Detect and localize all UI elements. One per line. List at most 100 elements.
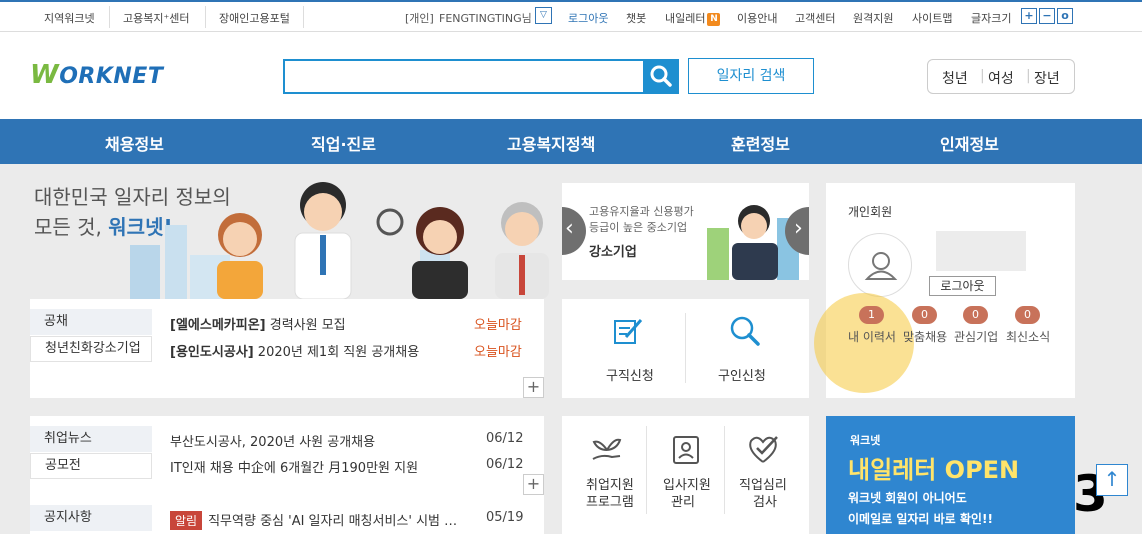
latest-news-link[interactable]: 최신소식 xyxy=(1006,328,1050,345)
notice-row[interactable]: 알림 직무역량 중심 'AI 일자리 매칭서비스' 시범 … xyxy=(170,510,457,530)
sitemap-link[interactable]: 사이트맵 xyxy=(912,10,952,26)
banner-line2: 등급이 높은 중소기업 xyxy=(589,221,688,234)
target-women-link[interactable]: 여성 xyxy=(988,68,1014,88)
nav-recruit[interactable]: 채용정보 xyxy=(105,131,164,155)
search-button[interactable] xyxy=(643,59,679,94)
guide-link[interactable]: 이용안내 xyxy=(737,10,777,26)
target-senior-link[interactable]: 장년 xyxy=(1034,68,1060,88)
apply-job-button[interactable]: 구직신청 xyxy=(562,299,685,398)
banner-line1: 고용유지율과 신용평가 xyxy=(589,205,694,218)
logo-w: W xyxy=(30,60,60,90)
recruit-row-2-title: 2020년 제1회 직원 공개채용 xyxy=(257,345,420,360)
promo-headline: 내일레터 OPEN xyxy=(848,456,1020,484)
program-application-manage[interactable]: 입사지원 관리 xyxy=(647,416,724,524)
my-resume-link[interactable]: 내 이력서 xyxy=(848,328,896,345)
job-search-button[interactable]: 일자리 검색 xyxy=(688,58,814,94)
interest-company-link[interactable]: 관심기업 xyxy=(954,328,998,345)
apply-hire-button[interactable]: 구인신청 xyxy=(686,299,809,398)
promo-brand: 워크넷 xyxy=(850,434,881,447)
main-nav: 채용정보 직업·진로 고용복지정책 훈련정보 인재정보 xyxy=(0,119,1142,164)
user-menu-dropdown-icon[interactable]: ▽ xyxy=(535,7,552,24)
link-local-worknet[interactable]: 지역워크넷 xyxy=(44,10,95,26)
program-3-line2: 검사 xyxy=(753,495,777,510)
newsletter-promo-banner[interactable]: 워크넷 내일레터 OPEN 워크넷 회원이 아니어도 이메일로 일자리 바로 확… xyxy=(826,416,1075,534)
program-employment-support[interactable]: 취업지원 프로그램 xyxy=(562,416,646,524)
blurred-user-name xyxy=(936,231,1026,271)
link-welfare-center[interactable]: 고용복지⁺센터 xyxy=(123,10,190,26)
recruit-panel: 공채 청년친화강소기업 [엘에스메카피온] 경력사원 모집 오늘마감 [용인도시… xyxy=(30,299,544,398)
tab-youth-company[interactable]: 청년친화강소기업 xyxy=(30,336,152,362)
notice-title: 직무역량 중심 'AI 일자리 매칭서비스' 시범 … xyxy=(208,514,458,529)
promo-line2: 이메일로 일자리 바로 확인!! xyxy=(848,512,993,526)
program-psych-test[interactable]: 직업심리 검사 xyxy=(725,416,809,524)
support-link[interactable]: 고객센터 xyxy=(795,10,835,26)
magnifier-icon xyxy=(730,316,760,346)
promo-line1: 워크넷 회원이 아니어도 xyxy=(848,491,967,505)
news-panel: 취업뉴스 공모전 부산도시공사, 2020년 사원 공개채용 06/12 IT인… xyxy=(30,416,544,534)
nav-career[interactable]: 직업·진로 xyxy=(311,131,376,155)
avatar xyxy=(848,233,912,297)
banner-line3: 강소기업 xyxy=(589,245,637,260)
logout-link[interactable]: 로그아웃 xyxy=(568,10,608,26)
font-decrease-button[interactable]: − xyxy=(1039,8,1055,24)
hero-people-illustration xyxy=(130,182,549,299)
program-1-line2: 프로그램 xyxy=(586,495,634,510)
news-row-2-title[interactable]: IT인재 채용 中企에 6개월간 月190만원 지원 xyxy=(170,457,418,476)
user-type: [개인] xyxy=(405,12,434,25)
target-group-links: 청년 | 여성 | 장년 xyxy=(927,59,1075,94)
chatbot-link[interactable]: 챗봇 xyxy=(626,10,646,26)
resume-count: 1 xyxy=(859,306,884,324)
banner-prev-button[interactable]: ‹ xyxy=(562,207,586,255)
site-header: WORKNET 일자리 검색 청년 | 여성 | 장년 xyxy=(0,32,1142,119)
hero-banner: 대한민국 일자리 정보의 모든 것, 워크넷! xyxy=(30,165,550,299)
top-utility-bar: 지역워크넷 고용복지⁺센터 장애인고용포털 [개인] FENGTINGTING님… xyxy=(0,0,1142,32)
tab-contest[interactable]: 공모전 xyxy=(30,453,152,479)
font-size-label: 글자크기 xyxy=(971,12,1012,25)
recruit-row-1-title: 경력사원 모집 xyxy=(269,318,346,333)
recruit-row-2[interactable]: [용인도시공사] 2020년 제1회 직원 공개채용 xyxy=(170,341,419,360)
user-name: FENGTINGTING님 xyxy=(439,12,532,25)
news-row-1-title[interactable]: 부산도시공사, 2020년 사원 공개채용 xyxy=(170,431,375,450)
font-reset-button[interactable]: o xyxy=(1057,8,1073,24)
apply-hire-label: 구인신청 xyxy=(718,369,766,384)
program-2-line2: 관리 xyxy=(671,495,695,510)
notice-badge: 알림 xyxy=(170,511,203,530)
newsletter-link[interactable]: 내일레터 N xyxy=(665,10,721,26)
tab-public-recruit[interactable]: 공채 xyxy=(30,309,152,335)
news-row-2-date: 06/12 xyxy=(486,457,524,472)
search-input[interactable] xyxy=(283,59,645,94)
form-pen-icon xyxy=(614,319,643,344)
recruit-more-button[interactable]: + xyxy=(523,377,544,398)
notice-date: 05/19 xyxy=(486,510,524,525)
font-increase-button[interactable]: + xyxy=(1021,8,1037,24)
member-logout-button[interactable]: 로그아웃 xyxy=(929,276,996,296)
matching-jobs-link[interactable]: 맞춤채용 xyxy=(903,328,947,345)
news-row-1-date: 06/12 xyxy=(486,431,524,446)
newsletter-label: 내일레터 xyxy=(665,12,706,25)
link-disabled-portal[interactable]: 장애인고용포털 xyxy=(219,10,290,26)
user-icon xyxy=(864,252,898,280)
member-panel: 개인회원 로그아웃 1 내 이력서 0 맞춤채용 0 관심기업 0 최신소식 xyxy=(814,183,1075,398)
recruit-row-1[interactable]: [엘에스메카피온] 경력사원 모집 xyxy=(170,314,346,333)
strong-company-banner[interactable]: 고용유지율과 신용평가 등급이 높은 중소기업 강소기업 ‹ › xyxy=(562,183,809,280)
programs-panel: 취업지원 프로그램 입사지원 관리 직업심리 검사 xyxy=(562,416,809,534)
search-icon xyxy=(650,65,672,87)
new-badge: N xyxy=(707,12,721,26)
sprout-hand-icon xyxy=(592,438,622,460)
apply-job-label: 구직신청 xyxy=(606,369,654,384)
news-more-button[interactable]: + xyxy=(523,474,544,495)
nav-welfare[interactable]: 고용복지정책 xyxy=(507,131,595,155)
id-card-icon xyxy=(673,436,699,464)
member-title: 개인회원 xyxy=(848,205,893,219)
nav-talent[interactable]: 인재정보 xyxy=(940,131,999,155)
target-youth-link[interactable]: 청년 xyxy=(942,68,968,88)
worknet-logo[interactable]: WORKNET xyxy=(30,60,163,90)
tab-notice[interactable]: 공지사항 xyxy=(30,505,152,531)
apply-services-panel: 구직신청 구인신청 xyxy=(562,299,809,398)
remote-support-link[interactable]: 원격지원 xyxy=(853,10,893,26)
nav-training[interactable]: 훈련정보 xyxy=(731,131,790,155)
heart-check-icon xyxy=(749,436,778,463)
recruit-row-1-company: [엘에스메카피온] xyxy=(170,318,266,333)
tab-job-news[interactable]: 취업뉴스 xyxy=(30,426,152,452)
scroll-top-button[interactable]: ↑ xyxy=(1096,464,1128,496)
